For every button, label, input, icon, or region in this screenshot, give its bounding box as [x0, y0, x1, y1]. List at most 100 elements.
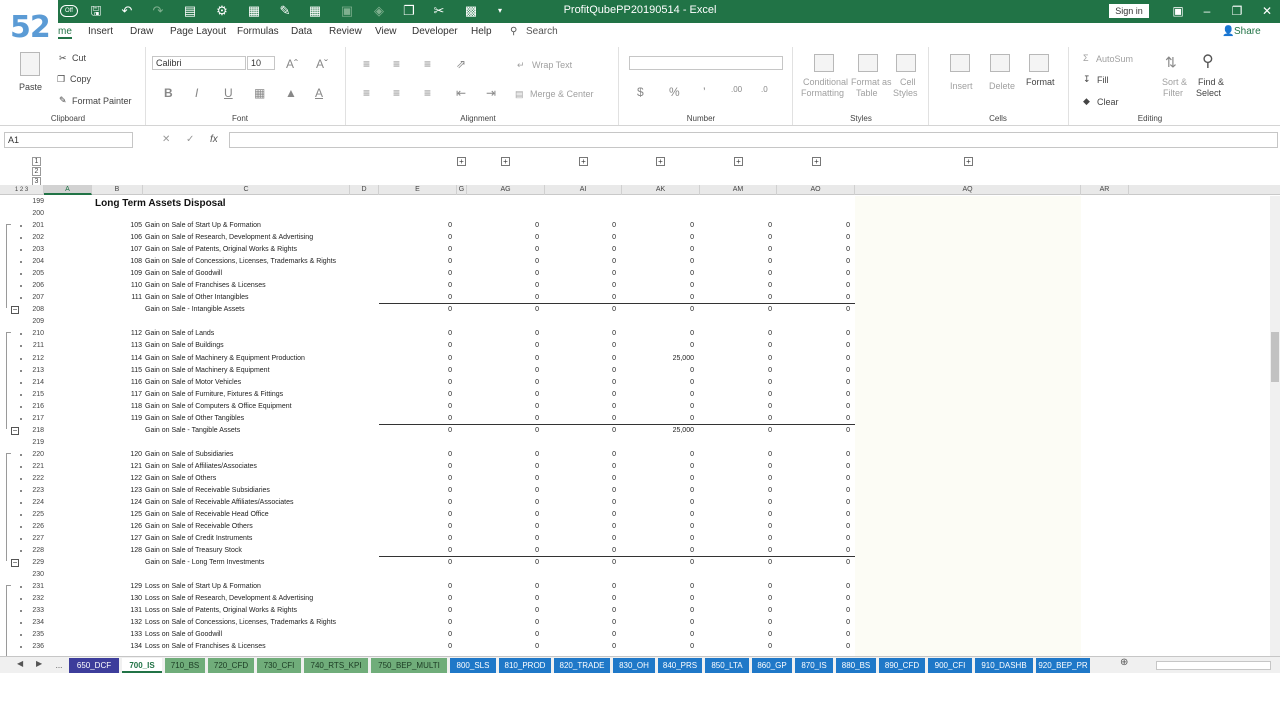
column-header-ao[interactable]: AO [777, 185, 855, 195]
value-cell-am[interactable]: 0 [702, 581, 772, 593]
share-button[interactable]: Share [1234, 26, 1261, 37]
sheet-tab[interactable]: 850_LTA [705, 658, 749, 673]
account-code-cell[interactable]: 107 [95, 244, 142, 256]
row-header[interactable]: 211 [30, 340, 44, 352]
value-cell-ai[interactable]: 0 [546, 244, 616, 256]
value-cell-ao[interactable]: 0 [780, 593, 850, 605]
column-header-c[interactable]: C [143, 185, 350, 195]
row-header[interactable]: 199 [30, 196, 44, 208]
copy-button[interactable]: Copy [70, 74, 91, 84]
value-cell-ao[interactable]: 0 [780, 473, 850, 485]
account-label-cell[interactable]: Loss on Sale of Patents, Original Works … [145, 605, 297, 617]
row-header[interactable]: 204 [30, 256, 44, 268]
account-code-cell[interactable]: 117 [95, 389, 142, 401]
column-header-d[interactable]: D [350, 185, 379, 195]
number-format-combo[interactable] [629, 56, 783, 70]
search-icon[interactable]: ⚲ [510, 26, 517, 37]
value-cell-ak[interactable]: 0 [624, 473, 694, 485]
copy-icon[interactable]: ❐ [57, 74, 65, 85]
value-cell-ao[interactable]: 0 [780, 509, 850, 521]
account-code-cell[interactable]: 134 [95, 641, 142, 653]
value-cell-e[interactable]: 0 [382, 304, 452, 316]
value-cell-ai[interactable]: 0 [546, 232, 616, 244]
clear-icon[interactable]: ◆ [1083, 96, 1090, 107]
value-cell-ai[interactable]: 0 [546, 389, 616, 401]
expand-column-group-icon[interactable]: + [457, 157, 466, 166]
value-cell-ao[interactable]: 0 [780, 425, 850, 437]
value-cell-ai[interactable]: 0 [546, 581, 616, 593]
value-cell-e[interactable]: 0 [382, 389, 452, 401]
account-code-cell[interactable]: 116 [95, 377, 142, 389]
enter-icon[interactable]: ✓ [186, 134, 194, 145]
account-label-cell[interactable]: Gain on Sale of Other Tangibles [145, 413, 244, 425]
orientation-icon[interactable]: ⇗ [456, 57, 466, 71]
value-cell-ai[interactable]: 0 [546, 377, 616, 389]
value-cell-ak[interactable]: 0 [624, 497, 694, 509]
column-header-e[interactable]: E [379, 185, 457, 195]
value-cell-ag[interactable]: 0 [469, 473, 539, 485]
value-cell-ag[interactable]: 0 [469, 340, 539, 352]
account-label-cell[interactable]: Gain on Sale of Furniture, Fixtures & Fi… [145, 389, 283, 401]
sheet-tab[interactable]: 720_CFD [208, 658, 254, 673]
value-cell-ag[interactable]: 0 [469, 485, 539, 497]
value-cell-ao[interactable]: 0 [780, 365, 850, 377]
expand-column-group-icon[interactable]: + [656, 157, 665, 166]
value-cell-e[interactable]: 0 [382, 244, 452, 256]
value-cell-ai[interactable]: 0 [546, 473, 616, 485]
conditional-formatting-button[interactable]: Conditional [803, 77, 848, 87]
column-header-ak[interactable]: AK [622, 185, 700, 195]
value-cell-am[interactable]: 0 [702, 425, 772, 437]
value-cell-ak[interactable]: 0 [624, 461, 694, 473]
value-cell-ak[interactable]: 0 [624, 449, 694, 461]
sheet-tab[interactable]: 710_BS [165, 658, 205, 673]
sheet-tab[interactable]: 910_DASHB [975, 658, 1033, 673]
currency-icon[interactable]: $ [637, 85, 644, 99]
value-cell-ai[interactable]: 0 [546, 353, 616, 365]
value-cell-ag[interactable]: 0 [469, 268, 539, 280]
value-cell-ag[interactable]: 0 [469, 389, 539, 401]
fill-button[interactable]: Fill [1097, 75, 1109, 85]
value-cell-ag[interactable]: 0 [469, 220, 539, 232]
cell-styles-button[interactable]: Cell [900, 77, 916, 87]
tab-draw[interactable]: Draw [130, 26, 153, 37]
row-header[interactable]: 205 [30, 268, 44, 280]
value-cell-ak[interactable]: 0 [624, 605, 694, 617]
account-code-cell[interactable]: 126 [95, 521, 142, 533]
value-cell-ao[interactable]: 0 [780, 268, 850, 280]
account-code-cell[interactable] [95, 304, 142, 316]
account-label-cell[interactable]: Loss on Sale of Concessions, Licenses, T… [145, 617, 336, 629]
value-cell-ao[interactable]: 0 [780, 461, 850, 473]
search-box[interactable]: Search [526, 26, 558, 37]
value-cell-e[interactable]: 0 [382, 232, 452, 244]
decrease-decimal-icon[interactable]: .0 [761, 85, 768, 94]
format-as-table-button[interactable]: Format as [851, 77, 892, 87]
account-label-cell[interactable]: Gain on Sale of Subsidiaries [145, 449, 233, 461]
account-code-cell[interactable]: 118 [95, 401, 142, 413]
value-cell-am[interactable]: 0 [702, 340, 772, 352]
value-cell-e[interactable]: 0 [382, 485, 452, 497]
ribbon-display-icon[interactable]: ▣ [1168, 2, 1188, 20]
value-cell-ag[interactable]: 0 [469, 401, 539, 413]
value-cell-am[interactable]: 0 [702, 304, 772, 316]
row-header[interactable]: 225 [30, 509, 44, 521]
account-code-cell[interactable]: 121 [95, 461, 142, 473]
value-cell-am[interactable]: 0 [702, 629, 772, 641]
value-cell-ak[interactable]: 25,000 [624, 353, 694, 365]
sheet-tab[interactable]: 830_OH [613, 658, 655, 673]
row-header[interactable]: 229 [30, 557, 44, 569]
column-header-b[interactable]: B [92, 185, 143, 195]
value-cell-ag[interactable]: 0 [469, 461, 539, 473]
value-cell-ak[interactable]: 0 [624, 389, 694, 401]
value-cell-ai[interactable]: 0 [546, 220, 616, 232]
row-header[interactable]: 210 [30, 328, 44, 340]
merge-center-button[interactable]: Merge & Center [530, 89, 594, 99]
wrap-text-button[interactable]: Wrap Text [532, 60, 572, 70]
value-cell-ag[interactable]: 0 [469, 593, 539, 605]
value-cell-am[interactable]: 0 [702, 641, 772, 653]
conditional-formatting-icon[interactable] [814, 54, 834, 72]
value-cell-ao[interactable]: 0 [780, 232, 850, 244]
account-label-cell[interactable]: Gain on Sale of Buildings [145, 340, 224, 352]
value-cell-am[interactable]: 0 [702, 328, 772, 340]
value-cell-ag[interactable]: 0 [469, 557, 539, 569]
value-cell-ai[interactable]: 0 [546, 280, 616, 292]
